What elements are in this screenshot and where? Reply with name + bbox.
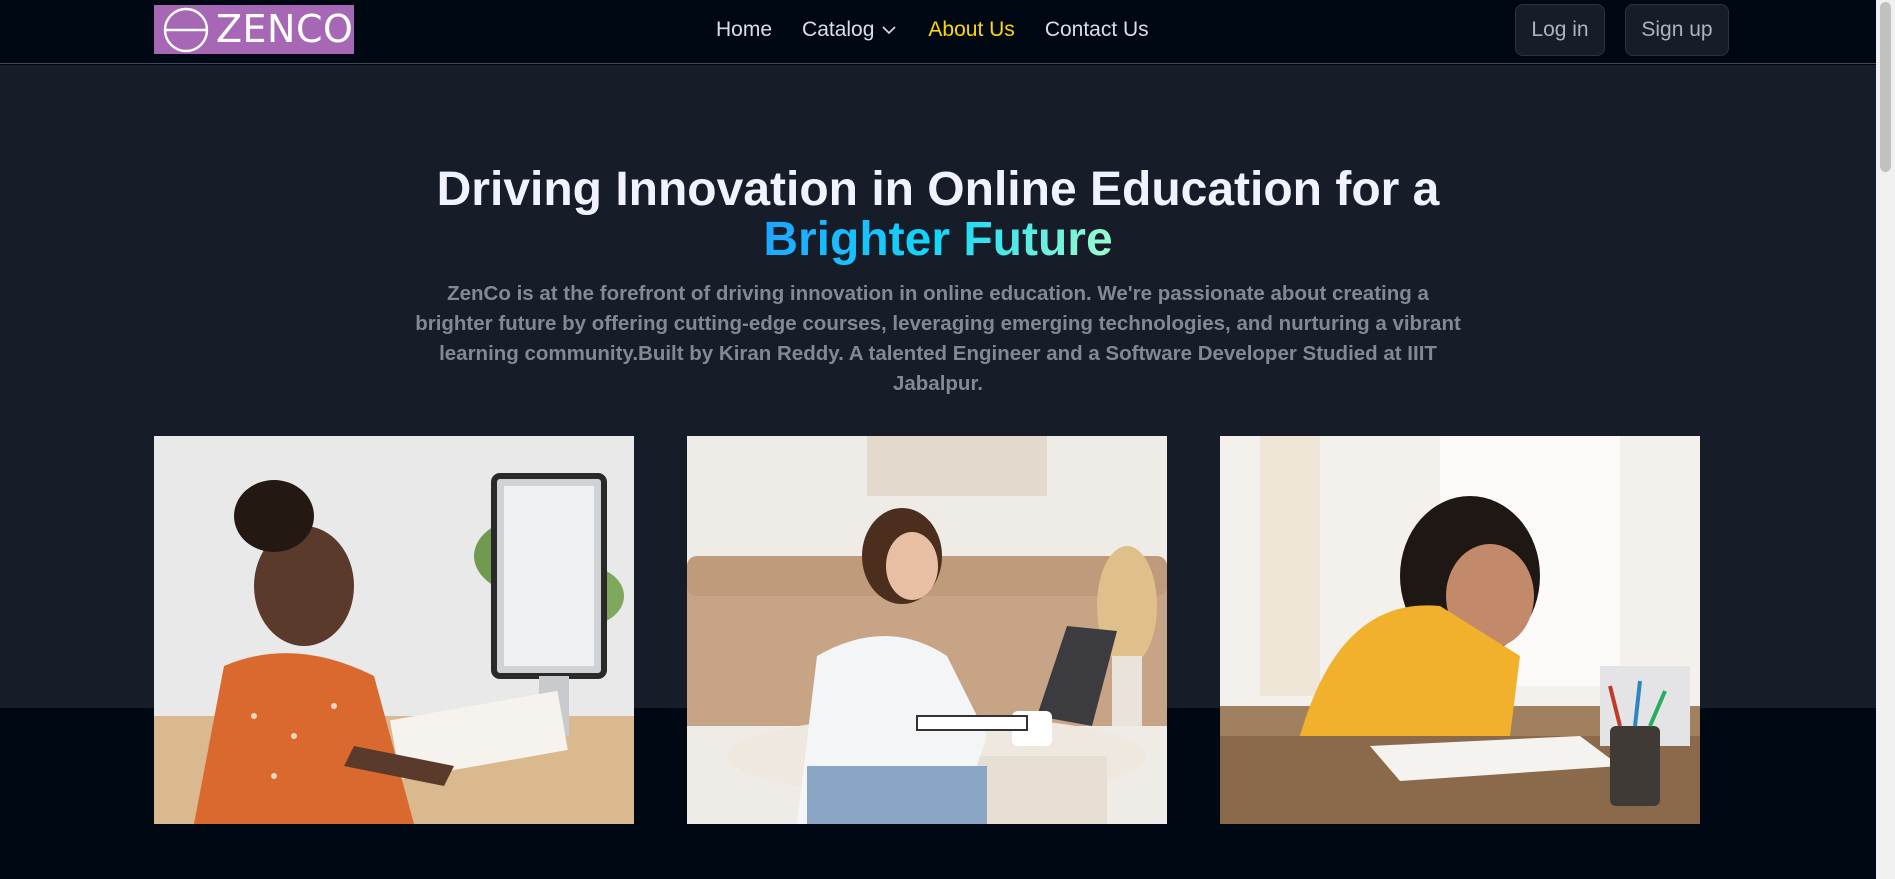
zenco-logo[interactable]: ZENCO [154, 5, 354, 54]
brand-name: ZENCO [216, 7, 354, 51]
login-button[interactable]: Log in [1515, 4, 1605, 56]
photo-illustration [154, 436, 634, 824]
scrollbar-thumb[interactable] [1880, 2, 1891, 172]
globe-logo-icon [163, 7, 209, 52]
hero-title-highlight: Brighter Future [763, 213, 1113, 266]
photo-illustration [687, 436, 1167, 824]
hero-title-line1: Driving Innovation in Online Education f… [436, 163, 1440, 216]
nav-home[interactable]: Home [716, 18, 772, 42]
about-photo-woman-at-laptop [687, 436, 1167, 824]
hero-title: Driving Innovation in Online Education f… [0, 165, 1876, 265]
nav-contact-us[interactable]: Contact Us [1045, 18, 1149, 42]
about-photo-woman-writing [1220, 436, 1700, 824]
chevron-down-icon [882, 26, 896, 35]
navbar: ZENCO Home Catalog About Us Contact Us L… [0, 0, 1876, 64]
auth-buttons: Log in Sign up [1515, 4, 1729, 56]
nav-about-us[interactable]: About Us [928, 18, 1014, 42]
hero-description: ZenCo is at the forefront of driving inn… [415, 282, 1461, 395]
photo-illustration [1220, 436, 1700, 824]
nav-catalog[interactable]: Catalog [802, 18, 898, 42]
signup-button[interactable]: Sign up [1625, 4, 1729, 56]
about-photo-woman-at-computer [154, 436, 634, 824]
main-nav: Home Catalog About Us Contact Us [716, 0, 1149, 60]
nav-catalog-label: Catalog [802, 18, 875, 41]
page-scrollbar[interactable] [1876, 0, 1895, 879]
